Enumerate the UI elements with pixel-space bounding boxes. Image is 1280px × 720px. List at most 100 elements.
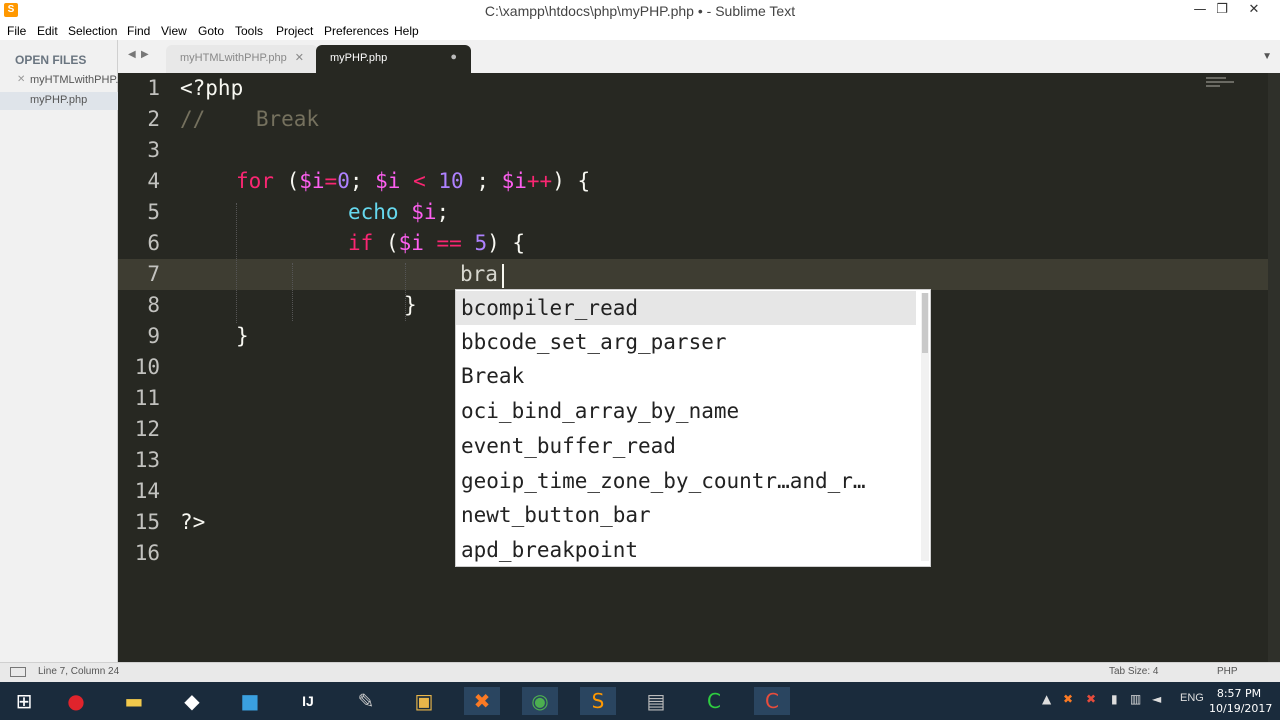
indent-guide — [292, 263, 293, 321]
language-indicator[interactable]: ENG — [1180, 692, 1204, 704]
line-number: 9 — [147, 324, 160, 348]
menu-selection[interactable]: Selection — [68, 24, 117, 38]
battery-icon[interactable]: ▮ — [1111, 692, 1118, 706]
menu-project[interactable]: Project — [276, 24, 313, 38]
code-token: $i — [299, 169, 325, 193]
tab-label: myHTMLwithPHP.php — [180, 52, 287, 64]
tab-label: myPHP.php — [330, 52, 388, 64]
code-line-9: } — [236, 324, 249, 348]
chrome-icon[interactable]: ◉ — [522, 687, 558, 715]
sidebar-file-label: myHTMLwithPHP.php — [30, 74, 118, 86]
editor-scrollbar[interactable] — [1268, 73, 1280, 662]
tab-scroll-right-icon[interactable]: ▶ — [141, 49, 149, 60]
git-bash-icon[interactable]: ◆ — [174, 687, 210, 715]
xampp-icon[interactable]: ✖ — [464, 687, 500, 715]
menu-view[interactable]: View — [161, 24, 187, 38]
autocomplete-item[interactable]: bcompiler_read — [456, 291, 916, 325]
autocomplete-scrollbar[interactable] — [921, 293, 929, 561]
close-icon[interactable]: ✕ — [17, 74, 25, 85]
calculator-icon[interactable]: ▤ — [638, 687, 674, 715]
line-number: 14 — [134, 479, 160, 503]
autocomplete-item[interactable]: bbcode_set_arg_parser — [456, 325, 916, 359]
code-token: ) { — [487, 231, 526, 255]
autocomplete-item[interactable]: geoip_time_zone_by_countr…and_r… — [456, 464, 916, 498]
clock-time: 8:57 PM — [1216, 687, 1262, 700]
file-explorer-icon[interactable]: ▬ — [116, 687, 152, 715]
menu-find[interactable]: Find — [127, 24, 150, 38]
line-number: 12 — [134, 417, 160, 441]
panel-toggle-icon[interactable] — [10, 667, 26, 677]
opera-icon[interactable]: ● — [58, 687, 94, 715]
tab-dropdown-icon[interactable]: ▼ — [1262, 51, 1272, 62]
line-number: 11 — [134, 386, 160, 410]
sidebar-file-myhtmlwithphp[interactable]: ✕ myHTMLwithPHP.php — [0, 72, 118, 90]
line-number: 13 — [134, 448, 160, 472]
terminal-icon[interactable]: ▣ — [406, 687, 442, 715]
camtasia-recorder-icon[interactable]: C — [754, 687, 790, 715]
code-token: $i — [398, 231, 424, 255]
code-token: $i — [501, 169, 527, 193]
camtasia-icon[interactable]: C — [696, 687, 732, 715]
tab-size-selector[interactable]: Tab Size: 4 — [1109, 666, 1158, 677]
maximize-button[interactable]: ❐ — [1208, 0, 1236, 22]
line-number: 1 — [147, 76, 160, 100]
menu-edit[interactable]: Edit — [37, 24, 58, 38]
volume-icon[interactable]: ◄ — [1152, 692, 1161, 706]
close-tab-icon[interactable]: ✕ — [295, 51, 304, 64]
autocomplete-item[interactable]: Break — [456, 359, 916, 393]
tab-myhtmlwithphp[interactable]: myHTMLwithPHP.php ✕ — [166, 45, 318, 73]
syntax-selector[interactable]: PHP — [1217, 666, 1238, 677]
code-token: < — [400, 169, 439, 193]
tray-expand-icon[interactable]: ▲ — [1042, 692, 1051, 706]
indent-guide — [236, 203, 237, 323]
close-window-button[interactable]: ✕ — [1240, 0, 1268, 22]
outlook-icon[interactable]: ■ — [232, 687, 268, 715]
tab-myphp[interactable]: myPHP.php ● — [316, 45, 471, 73]
code-token: 0 — [337, 169, 350, 193]
code-token: = — [324, 169, 338, 193]
code-token: 5 — [474, 231, 488, 255]
menu-goto[interactable]: Goto — [198, 24, 224, 38]
code-line-5: echo $i; — [348, 200, 449, 224]
system-clock[interactable]: 8:57 PM 10/19/2017 — [1209, 686, 1272, 716]
unsaved-dot-icon[interactable]: ● — [450, 51, 457, 63]
xampp-tray-icon[interactable]: ✖ — [1063, 692, 1073, 706]
windows-taskbar: ⊞ ● ▬ ◆ ■ IJ ✎ ▣ ✖ ◉ S ▤ C C ▲ ✖ ✖ ▮ ▥ ◄… — [0, 682, 1280, 720]
code-token: 10 — [438, 169, 464, 193]
autocomplete-item[interactable]: apd_breakpoint — [456, 533, 916, 567]
menu-preferences[interactable]: Preferences — [324, 24, 389, 38]
code-token: if — [348, 231, 374, 255]
code-token: == — [423, 231, 475, 255]
title-bar: S C:\xampp\htdocs\php\myPHP.php • - Subl… — [0, 0, 1280, 22]
scrollbar-thumb[interactable] — [922, 293, 928, 353]
autocomplete-item[interactable]: oci_bind_array_by_name — [456, 394, 916, 428]
keyword-for: for — [236, 169, 274, 193]
code-line-1: <?php — [180, 76, 244, 100]
minimap[interactable] — [1206, 77, 1236, 107]
line-number: 10 — [134, 355, 160, 379]
code-line-6: if ($i == 5) { — [348, 231, 525, 255]
line-number: 4 — [147, 169, 160, 193]
code-token: ( — [273, 169, 300, 193]
tab-scroll-left-icon[interactable]: ◀ — [128, 49, 136, 60]
code-token: ( — [373, 231, 399, 255]
autocomplete-item[interactable]: newt_button_bar — [456, 498, 916, 532]
sidebar-file-myphp[interactable]: myPHP.php — [0, 92, 118, 110]
menu-file[interactable]: File — [7, 24, 26, 38]
intellij-icon[interactable]: IJ — [290, 687, 326, 715]
menu-help[interactable]: Help — [394, 24, 419, 38]
sublime-icon[interactable]: S — [580, 687, 616, 715]
code-line-15: ?> — [180, 510, 206, 534]
menu-tools[interactable]: Tools — [235, 24, 263, 38]
paint-icon[interactable]: ✎ — [348, 687, 384, 715]
text-cursor — [502, 264, 504, 288]
windows-start-icon[interactable]: ⊞ — [6, 687, 42, 715]
autocomplete-item[interactable]: event_buffer_read — [456, 429, 916, 463]
sidebar-file-label: myPHP.php — [30, 94, 88, 106]
line-number: 5 — [147, 200, 160, 224]
autocomplete-popup[interactable]: bcompiler_read bbcode_set_arg_parser Bre… — [455, 289, 931, 567]
tray-app-icon[interactable]: ✖ — [1086, 692, 1096, 706]
cursor-position: Line 7, Column 24 — [38, 666, 120, 677]
network-icon[interactable]: ▥ — [1130, 692, 1141, 706]
